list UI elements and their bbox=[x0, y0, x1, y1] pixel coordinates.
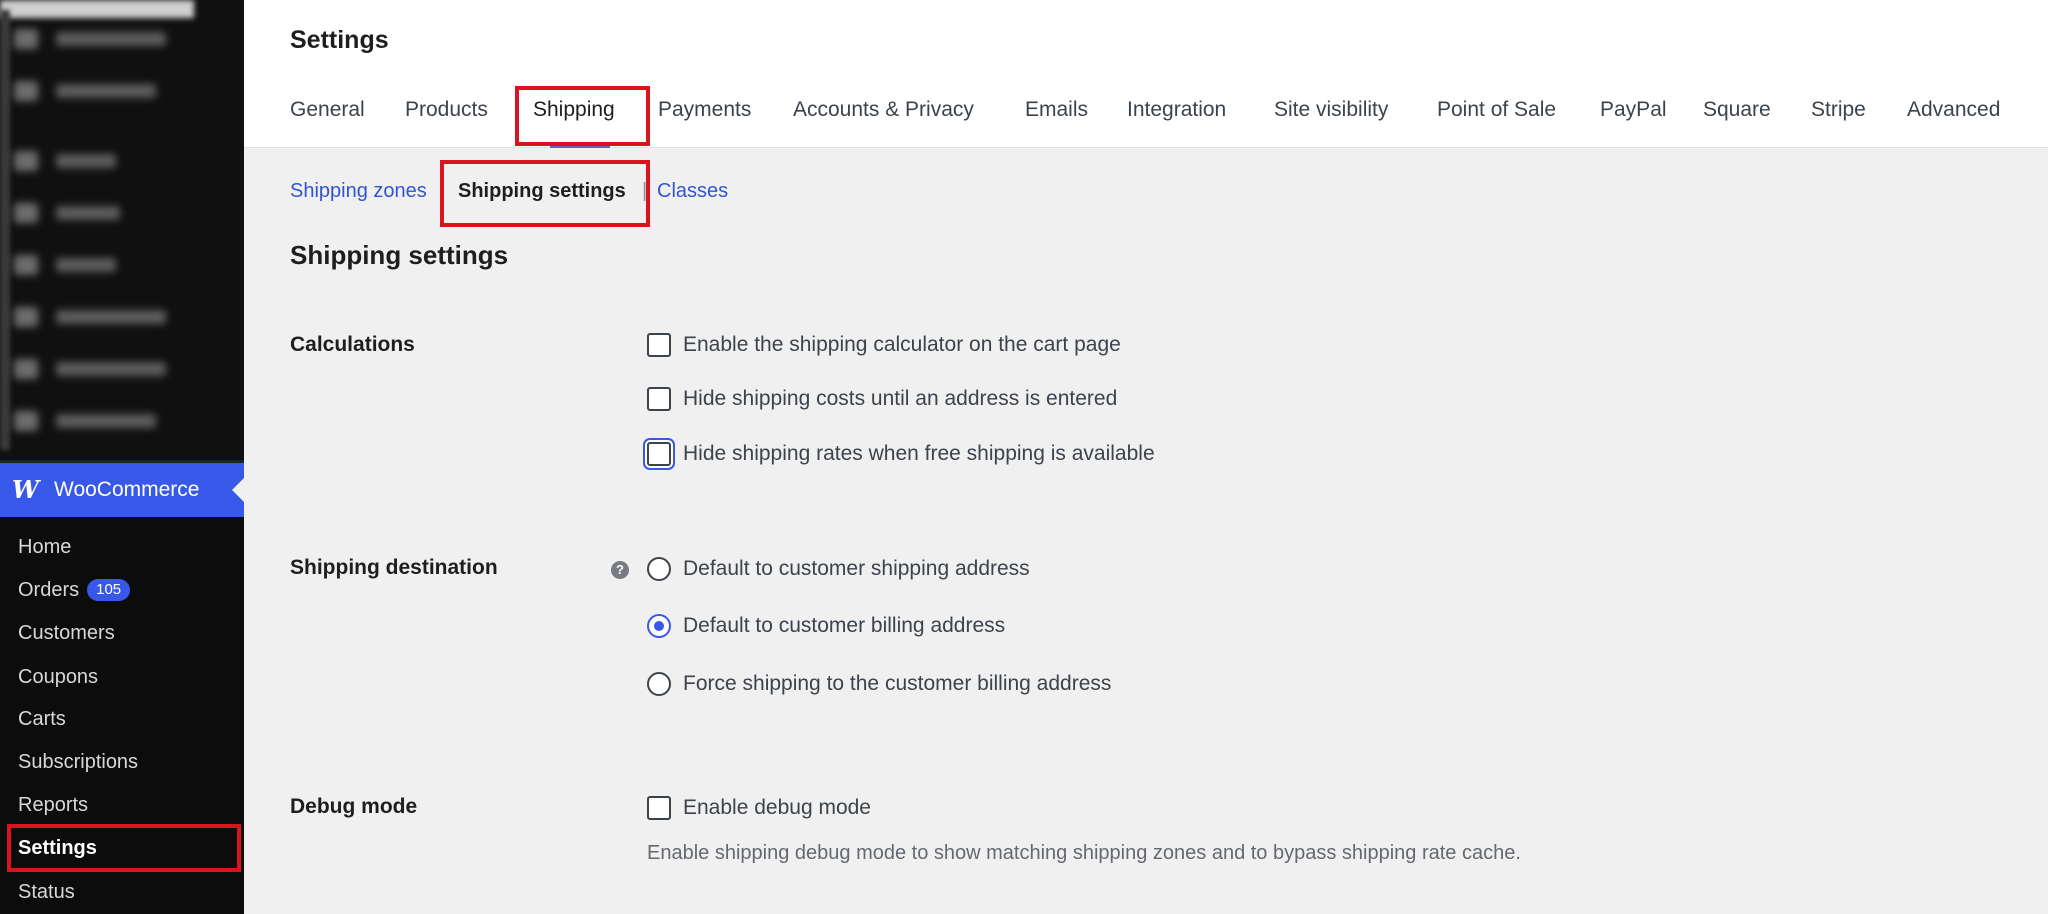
radio-button[interactable] bbox=[647, 672, 671, 696]
sidebar-item-label: Orders bbox=[18, 578, 80, 601]
blurred-menu-item[interactable] bbox=[14, 410, 156, 432]
tab-emails[interactable]: Emails bbox=[1025, 98, 1088, 122]
highlight-box-settings bbox=[7, 824, 241, 872]
tab-products[interactable]: Products bbox=[405, 98, 488, 122]
blurred-top-item bbox=[0, 0, 194, 18]
tab-payments[interactable]: Payments bbox=[658, 98, 751, 122]
option-label: Hide shipping costs until an address is … bbox=[683, 387, 1118, 410]
subnav-classes[interactable]: Classes bbox=[657, 180, 728, 203]
page-title: Settings bbox=[290, 26, 389, 54]
blurred-menu-item[interactable] bbox=[14, 202, 120, 224]
sidebar-item-subscriptions[interactable]: Subscriptions bbox=[18, 747, 138, 777]
woocommerce-logo-icon: W bbox=[12, 475, 39, 504]
tab-stripe[interactable]: Stripe bbox=[1811, 98, 1866, 122]
sidebar-blurred-menu bbox=[0, 0, 244, 460]
checkbox[interactable] bbox=[647, 796, 671, 820]
debug-mode-label: Debug mode bbox=[290, 795, 418, 818]
sidebar-item-customers[interactable]: Customers bbox=[18, 618, 115, 648]
sidebar-item-label: Status bbox=[18, 880, 75, 903]
sidebar-item-reports[interactable]: Reports bbox=[18, 790, 88, 820]
option-enable-debug-mode[interactable]: Enable debug mode bbox=[647, 794, 871, 822]
sidebar-item-status[interactable]: Status bbox=[18, 877, 75, 907]
tab-paypal[interactable]: PayPal bbox=[1600, 98, 1667, 122]
sidebar-item-orders[interactable]: Orders 105 bbox=[18, 575, 131, 605]
calculations-label: Calculations bbox=[290, 333, 415, 356]
woocommerce-menu-label: WooCommerce bbox=[54, 478, 200, 501]
option-default-billing-address[interactable]: Default to customer billing address bbox=[647, 612, 1005, 640]
tab-advanced[interactable]: Advanced bbox=[1907, 98, 2000, 122]
orders-count-badge: 105 bbox=[87, 579, 131, 601]
radio-button[interactable] bbox=[647, 557, 671, 581]
blurred-menu-item[interactable] bbox=[14, 28, 166, 50]
help-icon[interactable]: ? bbox=[611, 561, 629, 579]
sidebar-item-label: Reports bbox=[18, 793, 89, 816]
section-title: Shipping settings bbox=[290, 240, 509, 270]
option-label: Enable the shipping calculator on the ca… bbox=[683, 333, 1121, 356]
woocommerce-menu-header[interactable]: W WooCommerce bbox=[0, 463, 244, 517]
tab-square[interactable]: Square bbox=[1703, 98, 1771, 122]
option-force-billing-address[interactable]: Force shipping to the customer billing a… bbox=[647, 670, 1111, 698]
tab-integration[interactable]: Integration bbox=[1127, 98, 1226, 122]
highlight-box-shipping-tab bbox=[515, 86, 650, 146]
blurred-menu-item[interactable] bbox=[14, 306, 166, 328]
option-hide-shipping-costs[interactable]: Hide shipping costs until an address is … bbox=[647, 385, 1117, 413]
sidebar-item-carts[interactable]: Carts bbox=[18, 704, 66, 734]
blurred-menu-item[interactable] bbox=[14, 358, 166, 380]
radio-button-selected[interactable] bbox=[647, 614, 671, 638]
sidebar-item-label: Subscriptions bbox=[18, 750, 139, 773]
option-label: Force shipping to the customer billing a… bbox=[683, 672, 1112, 695]
blurred-menu-item[interactable] bbox=[14, 254, 116, 276]
option-enable-shipping-calculator[interactable]: Enable the shipping calculator on the ca… bbox=[647, 331, 1121, 359]
checkbox[interactable] bbox=[647, 387, 671, 411]
blurred-menu-item[interactable] bbox=[14, 80, 156, 102]
option-label: Default to customer billing address bbox=[683, 614, 1006, 637]
blurred-strip bbox=[0, 10, 10, 450]
option-label: Hide shipping rates when free shipping i… bbox=[683, 442, 1155, 465]
blurred-menu-item[interactable] bbox=[14, 150, 116, 172]
option-label: Default to customer shipping address bbox=[683, 557, 1030, 580]
option-hide-shipping-rates[interactable]: Hide shipping rates when free shipping i… bbox=[647, 440, 1155, 468]
option-default-shipping-address[interactable]: Default to customer shipping address bbox=[647, 555, 1030, 583]
highlight-box-shipping-settings bbox=[440, 160, 650, 227]
shipping-destination-label: Shipping destination bbox=[290, 556, 498, 579]
tab-general[interactable]: General bbox=[290, 98, 365, 122]
sidebar-item-label: Coupons bbox=[18, 665, 99, 688]
current-menu-arrow bbox=[232, 478, 244, 502]
sidebar-item-coupons[interactable]: Coupons bbox=[18, 662, 98, 692]
tab-point-of-sale[interactable]: Point of Sale bbox=[1437, 98, 1556, 122]
sidebar-item-label: Customers bbox=[18, 621, 115, 644]
debug-mode-description: Enable shipping debug mode to show match… bbox=[647, 842, 1521, 864]
subnav-shipping-zones[interactable]: Shipping zones bbox=[290, 180, 427, 203]
sidebar-item-home[interactable]: Home bbox=[18, 532, 71, 562]
sidebar-item-label: Home bbox=[18, 535, 72, 558]
checkbox[interactable] bbox=[647, 442, 671, 466]
option-label: Enable debug mode bbox=[683, 796, 871, 819]
tab-accounts-privacy[interactable]: Accounts & Privacy bbox=[793, 98, 974, 122]
checkbox[interactable] bbox=[647, 333, 671, 357]
sidebar-item-label: Carts bbox=[18, 707, 66, 730]
tab-site-visibility[interactable]: Site visibility bbox=[1274, 98, 1388, 122]
